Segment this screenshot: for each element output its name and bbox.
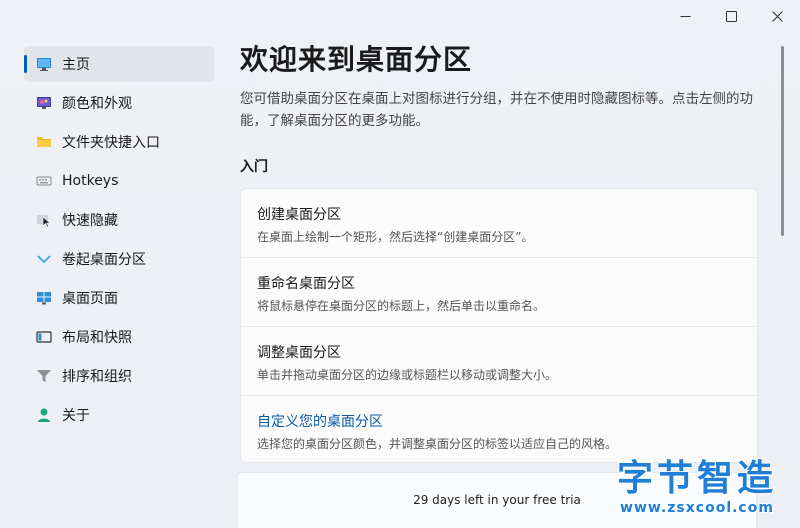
sidebar-item-appearance[interactable]: 颜色和外观 [24,85,214,121]
sidebar-item-rollup[interactable]: 卷起桌面分区 [24,241,214,277]
sidebar-item-label: 主页 [62,57,90,73]
watermark-url: www.zsxcool.com [620,500,774,516]
home-monitor-icon [35,55,53,73]
watermark-logo: 字节智造 www.zsxcool.com [602,458,792,520]
minimize-icon [680,15,690,17]
card-row-adjust[interactable]: 调整桌面分区 单击并拖动桌面分区的边缘或标题栏以移动或调整大小。 [241,327,757,396]
section-title: 入门 [240,159,268,175]
layout-icon [35,328,53,346]
sidebar-item-layouts[interactable]: 布局和快照 [24,319,214,355]
sidebar-item-desktop-pages[interactable]: 桌面页面 [24,280,214,316]
grid-monitor-icon [35,289,53,307]
sidebar-item-label: 卷起桌面分区 [62,252,146,268]
row-description: 在桌面上绘制一个矩形，然后选择“创建桌面分区”。 [257,230,534,244]
sidebar-item-label: 排序和组织 [62,369,132,385]
scrollbar-thumb[interactable] [781,46,784,236]
maximize-icon [725,10,737,22]
filter-icon [35,367,53,385]
row-description: 选择您的桌面分区颜色，并调整桌面分区的标签以适应自己的风格。 [257,437,618,451]
scrollbar[interactable] [781,46,785,236]
keyboard-icon [35,172,53,190]
sidebar-item-label: 布局和快照 [62,330,132,346]
page-description: 您可借助桌面分区在桌面上对图标进行分组，并在不使用时隐藏图标等。点击左侧的功能，… [240,91,753,129]
folder-icon [35,133,53,151]
sidebar-item-quick-hide[interactable]: 快速隐藏 [24,202,214,238]
row-description: 单击并拖动桌面分区的边缘或标题栏以移动或调整大小。 [257,368,558,382]
hide-cursor-icon [35,211,53,229]
sidebar-item-home[interactable]: 主页 [24,46,214,82]
chevron-down-icon [35,250,53,268]
sidebar-item-hotkeys[interactable]: Hotkeys [24,163,214,199]
sidebar-item-label: 颜色和外观 [62,96,132,112]
sidebar-item-folder-portals[interactable]: 文件夹快捷入口 [24,124,214,160]
card-row-customize[interactable]: 自定义您的桌面分区 选择您的桌面分区颜色，并调整桌面分区的标签以适应自己的风格。 [241,396,757,462]
close-button[interactable] [754,0,800,32]
sidebar-item-label: Hotkeys [62,173,119,189]
sidebar-item-label: 快速隐藏 [62,213,118,229]
palette-monitor-icon [35,94,53,112]
close-icon [771,10,783,22]
minimize-button[interactable] [662,0,708,32]
maximize-button[interactable] [708,0,754,32]
app-window: 主页 颜色和外观 文件夹快捷入口 Hotkeys 快速隐藏 卷起桌面分区 桌面页… [0,0,800,528]
getting-started-card: 创建桌面分区 在桌面上绘制一个矩形，然后选择“创建桌面分区”。 重命名桌面分区 … [240,188,758,463]
person-icon [35,406,53,424]
row-title: 调整桌面分区 [257,345,341,361]
customize-link[interactable]: 自定义您的桌面分区 [257,412,741,432]
card-row-rename[interactable]: 重命名桌面分区 将鼠标悬停在桌面分区的标题上，然后单击以重命名。 [241,258,757,327]
row-title: 重命名桌面分区 [257,276,355,292]
sidebar-item-label: 关于 [62,408,90,424]
row-description: 将鼠标悬停在桌面分区的标题上，然后单击以重命名。 [257,299,546,313]
sidebar-item-label: 桌面页面 [62,291,118,307]
page-title: 欢迎来到桌面分区 [240,43,473,76]
title-bar-controls [662,0,800,32]
sidebar: 主页 颜色和外观 文件夹快捷入口 Hotkeys 快速隐藏 卷起桌面分区 桌面页… [24,46,214,436]
watermark-title: 字节智造 [616,458,777,499]
row-title: 创建桌面分区 [257,207,341,223]
sidebar-item-label: 文件夹快捷入口 [62,135,160,151]
card-row-create[interactable]: 创建桌面分区 在桌面上绘制一个矩形，然后选择“创建桌面分区”。 [241,189,757,258]
sidebar-item-about[interactable]: 关于 [24,397,214,433]
sidebar-item-sort-organize[interactable]: 排序和组织 [24,358,214,394]
main-content: 欢迎来到桌面分区 您可借助桌面分区在桌面上对图标进行分组，并在不使用时隐藏图标等… [240,40,760,463]
